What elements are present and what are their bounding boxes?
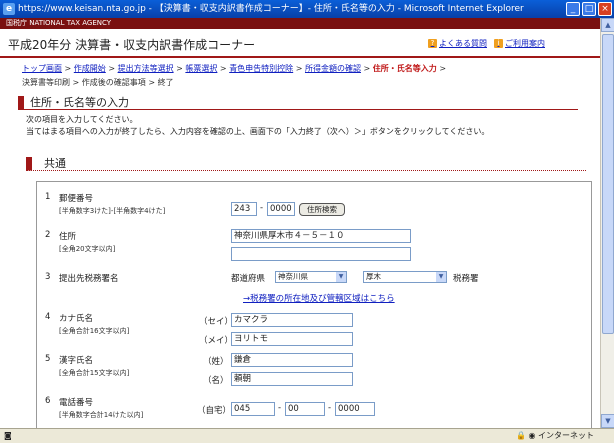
breadcrumb-forms[interactable]: 帳票選択 <box>185 64 217 73</box>
intro-text: 次の項目を入力してください。 当てはまる項目への入力が終了したら、入力内容を確認… <box>26 114 489 138</box>
chevron-down-icon: ▼ <box>436 272 446 282</box>
phone-note: [半角数字合計14けた以内] <box>59 411 144 419</box>
guide-link[interactable]: i ご利用案内 <box>494 38 545 49</box>
kanji-num: 5 <box>45 354 51 364</box>
postal-dash: - <box>260 203 264 213</box>
ie-icon: e <box>3 3 15 15</box>
breadcrumb-top[interactable]: トップ画面 <box>22 64 62 73</box>
address-input[interactable]: 神奈川県厚木市４－５－１０ <box>231 229 411 243</box>
status-zone-label: インターネット <box>538 431 594 440</box>
breadcrumb-submission[interactable]: 提出方法等選択 <box>118 64 174 73</box>
prefecture-value: 神奈川県 <box>278 272 308 281</box>
postal-code-1-input[interactable]: 243 <box>231 202 257 216</box>
kanji-sei-input[interactable]: 鎌倉 <box>231 353 353 367</box>
close-button[interactable]: × <box>598 2 612 16</box>
globe-icon: ◉ <box>528 431 536 440</box>
prefecture-select[interactable]: 神奈川県 ▼ <box>275 271 347 283</box>
scroll-down-icon[interactable]: ▼ <box>601 414 614 428</box>
chevron-down-icon: ▼ <box>336 272 346 282</box>
kana-label: カナ氏名 <box>59 314 94 324</box>
status-zone: 🔒 ◉ インターネット <box>516 429 594 443</box>
common-form: 1 郵便番号 [半角数字3けた]-[半角数字4けた] 243 - 0000 住所… <box>36 181 592 428</box>
address-note: [全角20文字以内] <box>59 245 116 253</box>
faq-link[interactable]: ? よくある質問 <box>428 38 487 49</box>
phone-home-label: （自宅） <box>197 406 232 416</box>
question-icon: ? <box>428 39 437 48</box>
vertical-scrollbar[interactable]: ▲ ▼ <box>600 18 614 428</box>
minimize-button[interactable]: _ <box>566 2 580 16</box>
tax-office-suffix: 税務署 <box>453 274 479 284</box>
window-title: https://www.keisan.nta.go.jp - 【決算書・収支内訳… <box>18 4 524 14</box>
phone-2-input[interactable]: 00 <box>285 402 325 416</box>
address-num: 2 <box>45 230 51 240</box>
kanji-label: 漢字氏名 <box>59 356 94 366</box>
breadcrumb-check: 作成後の確認事項 <box>81 78 146 87</box>
kanji-mei-input[interactable]: 頼朝 <box>231 372 353 386</box>
scroll-up-icon[interactable]: ▲ <box>601 18 614 32</box>
intro-line-1: 次の項目を入力してください。 <box>26 115 138 124</box>
postal-note: [半角数字3けた]-[半角数字4けた] <box>59 207 166 215</box>
kana-note: [全角合計16文字以内] <box>59 327 130 335</box>
phone-1-input[interactable]: 045 <box>231 402 275 416</box>
address-input-2[interactable] <box>231 247 411 261</box>
maximize-button[interactable]: □ <box>582 2 596 16</box>
kana-sei-input[interactable]: カマクラ <box>231 313 353 327</box>
scroll-thumb[interactable] <box>602 34 614 334</box>
status-bar: ◙ 🔒 ◉ インターネット <box>0 428 614 443</box>
kana-sei-label: （セイ） <box>199 317 234 327</box>
kanji-note: [全角合計15文字以内] <box>59 369 130 377</box>
postal-num: 1 <box>45 192 51 202</box>
page-content: 国税庁 NATIONAL TAX AGENCY 平成20年分 決算書・収支内訳書… <box>0 18 600 428</box>
office-label: 提出先税務署名 <box>59 274 119 284</box>
page-header: 平成20年分 決算書・収支内訳書作成コーナー ? よくある質問 i ご利用案内 <box>0 29 600 58</box>
address-search-button[interactable]: 住所検索 <box>299 203 345 216</box>
breadcrumb-deduction[interactable]: 青色申告特別控除 <box>229 64 293 73</box>
kana-num: 4 <box>45 312 51 322</box>
phone-3-input[interactable]: 0000 <box>335 402 375 416</box>
breadcrumb-current: 住所・氏名等入力 <box>372 64 437 73</box>
subsection-title: 共通 <box>26 157 586 171</box>
page-title: 平成20年分 決算書・収支内訳書作成コーナー <box>8 38 256 52</box>
agency-bar: 国税庁 NATIONAL TAX AGENCY <box>0 18 600 29</box>
tax-office-location-link[interactable]: →税務署の所在地及び管轄区域はこちら <box>243 292 395 304</box>
breadcrumb-income[interactable]: 所得金額の確認 <box>305 64 361 73</box>
phone-num: 6 <box>45 396 51 406</box>
breadcrumb: トップ画面 > 作成開始 > 提出方法等選択 > 帳票選択 > 青色申告特別控除… <box>22 64 447 87</box>
kana-mei-label: （メイ） <box>199 336 234 346</box>
kana-mei-input[interactable]: ヨリトモ <box>231 332 353 346</box>
prefecture-label: 都道府県 <box>231 274 266 284</box>
info-icon: i <box>494 39 503 48</box>
breadcrumb-end: 終了 <box>157 78 174 87</box>
intro-line-2: 当てはまる項目への入力が終了したら、入力内容を確認の上、画面下の「入力終了（次へ… <box>26 127 490 136</box>
kanji-mei-label: （名） <box>203 376 229 386</box>
breadcrumb-start[interactable]: 作成開始 <box>74 64 106 73</box>
phone-dash-2: - <box>328 403 332 413</box>
breadcrumb-print: 決算書等印刷 <box>22 78 70 87</box>
window-controls: _ □ × <box>566 2 612 16</box>
status-page-icon: ◙ <box>4 431 12 440</box>
kanji-sei-label: （姓） <box>203 357 229 367</box>
postal-code-2-input[interactable]: 0000 <box>267 202 295 216</box>
postal-label: 郵便番号 <box>59 194 94 204</box>
section-title: 住所・氏名等の入力 <box>18 96 578 110</box>
tax-office-value: 厚木 <box>366 272 381 281</box>
lock-icon: 🔒 <box>515 431 526 440</box>
tax-office-select[interactable]: 厚木 ▼ <box>363 271 447 283</box>
phone-dash-1: - <box>278 403 282 413</box>
phone-label: 電話番号 <box>59 398 94 408</box>
window-titlebar: e https://www.keisan.nta.go.jp - 【決算書・収支… <box>0 0 614 18</box>
address-label: 住所 <box>59 232 77 242</box>
office-num: 3 <box>45 272 51 282</box>
